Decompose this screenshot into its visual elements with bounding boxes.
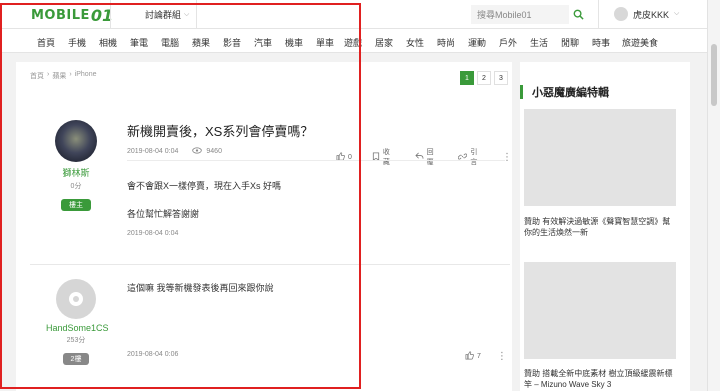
thumbs-up-icon	[465, 351, 474, 362]
chevron-down-icon: ⌵	[674, 10, 680, 17]
floor-badge: 2樓	[62, 353, 90, 365]
default-avatar-icon	[69, 292, 83, 306]
favorite-label: 收藏	[382, 149, 390, 166]
scrollbar-thumb[interactable]	[711, 44, 717, 106]
mobile01-logo[interactable]: MOBILE 01	[31, 6, 113, 25]
search-icon[interactable]	[569, 5, 588, 24]
author-score: 0分	[70, 183, 82, 190]
nav-item[interactable]: 筆電	[130, 36, 148, 49]
accent-bar	[520, 85, 523, 99]
nav-item[interactable]: 運動	[468, 36, 486, 49]
op-badge: 樓主	[61, 199, 91, 211]
post-date: 2019-08-04 0:04	[127, 230, 179, 237]
eye-icon	[192, 147, 203, 156]
post-author: HandSome1CS 253分 2樓	[46, 279, 109, 365]
favorite-button[interactable]: 收藏	[372, 147, 395, 167]
nav-item[interactable]: 生活	[530, 36, 548, 49]
page-button[interactable]: 1	[460, 71, 474, 85]
nav-item[interactable]: 時事	[592, 36, 610, 49]
nav-item[interactable]: 影音	[223, 36, 241, 49]
post-content-line: 各位幫忙解答謝謝	[127, 209, 200, 219]
nav-item[interactable]: 時尚	[437, 36, 455, 49]
nav-item[interactable]: 居家	[375, 36, 393, 49]
ad-image[interactable]	[524, 262, 676, 359]
nav-item[interactable]: 蘋果	[192, 36, 210, 49]
forum-groups-menu[interactable]: 討論群組 ⌵	[145, 8, 189, 21]
avatar[interactable]	[56, 279, 96, 319]
forum-groups-label: 討論群組	[145, 10, 182, 20]
ad-image[interactable]	[524, 109, 676, 206]
quote-label: 引言	[470, 149, 478, 166]
reply-button[interactable]: 回覆	[415, 147, 439, 167]
post-actions: 0 收藏 回覆 引言 ⋮	[336, 147, 512, 167]
user-menu[interactable]: 虎皮KKK ⌵	[614, 7, 679, 21]
nav-item[interactable]: 女性	[406, 36, 424, 49]
thread-panel: 首頁 › 蘋果 › iPhone 1 2 3 獅林斯 0分 樓主 新機開賣後，X…	[16, 62, 512, 391]
sidebar: 小惡魔廣編特輯 贊助 有效解決過敏源《聲寶智慧空調》幫你的生活煥然一新 贊助 搭…	[520, 62, 690, 391]
breadcrumb-item[interactable]: 首頁	[30, 71, 44, 81]
breadcrumb: 首頁 › 蘋果 › iPhone	[30, 71, 96, 81]
nav-item[interactable]: 機車	[285, 36, 303, 49]
avatar	[614, 7, 628, 21]
quote-button[interactable]: 引言	[458, 147, 482, 167]
chevron-right-icon: ›	[47, 71, 50, 78]
more-options-icon[interactable]: ⋮	[497, 351, 507, 362]
header-divider	[110, 0, 111, 29]
author-name[interactable]: HandSome1CS	[46, 323, 109, 333]
search-input[interactable]	[471, 5, 569, 24]
post-actions: 7 ⋮	[465, 351, 507, 362]
nav-item[interactable]: 戶外	[499, 36, 517, 49]
header-divider	[196, 0, 197, 29]
author-score: 253分	[66, 337, 86, 344]
page-button[interactable]: 2	[477, 71, 491, 85]
post-divider	[30, 264, 510, 265]
thread-title: 新機開賣後，XS系列會停賣嗎？	[127, 124, 314, 139]
reply-label: 回覆	[426, 149, 434, 166]
chevron-down-icon: ⌵	[184, 10, 190, 18]
ad-text[interactable]: 贊助 有效解決過敏源《聲寶智慧空調》幫你的生活煥然一新	[524, 216, 676, 238]
avatar[interactable]	[55, 120, 97, 162]
nav-item[interactable]: 電腦	[161, 36, 179, 49]
like-count: 7	[477, 353, 481, 360]
nav-item[interactable]: 閒聊	[561, 36, 579, 49]
post-date: 2019-08-04 0:06	[127, 351, 179, 358]
scrollbar[interactable]	[707, 0, 720, 391]
post-date: 2019-08-04 0:04	[127, 148, 179, 155]
logo-text: MOBILE	[31, 7, 90, 23]
author-name[interactable]: 獅林斯	[54, 166, 98, 179]
breadcrumb-item[interactable]: iPhone	[75, 71, 97, 81]
nav-item[interactable]: 首頁	[37, 36, 55, 49]
header-divider	[598, 0, 599, 29]
nav-item[interactable]: 遊戲	[344, 36, 362, 49]
page-button[interactable]: 3	[494, 71, 508, 85]
post-content-line: 這個嘛 我等新機發表後再回來跟你說	[127, 283, 274, 293]
username: 虎皮KKK	[633, 9, 670, 20]
post-content-line: 會不會跟X一樣停賣，現在入手Xs 好嗎	[127, 181, 282, 191]
post-author: 獅林斯 0分 樓主	[54, 120, 98, 211]
nav-item[interactable]: 手機	[68, 36, 86, 49]
nav-item[interactable]: 單車	[316, 36, 334, 49]
ad-text[interactable]: 贊助 搭載全新中底素材 樹立頂級緩震新標竿 – Mizuno Wave Sky …	[524, 368, 676, 390]
pagination: 1 2 3	[460, 71, 508, 85]
breadcrumb-item[interactable]: 蘋果	[52, 71, 66, 81]
nav-item[interactable]: 汽車	[254, 36, 272, 49]
post-meta: 2019-08-04 0:04 9460	[127, 147, 222, 156]
nav-item[interactable]: 相機	[99, 36, 117, 49]
category-nav: 首頁 手機 相機 筆電 電腦 蘋果 影音 汽車 機車 單車 遊戲 居家 女性 時…	[0, 29, 720, 53]
search-box	[471, 5, 588, 24]
sidebar-title: 小惡魔廣編特輯	[532, 87, 609, 99]
sidebar-header: 小惡魔廣編特輯	[520, 85, 609, 99]
chevron-right-icon: ›	[69, 71, 72, 78]
view-count: 9460	[206, 148, 222, 155]
top-header: MOBILE 01 討論群組 ⌵ 虎皮KKK ⌵	[0, 0, 720, 29]
post-header-divider	[127, 160, 505, 161]
like-button[interactable]: 7	[465, 351, 481, 362]
nav-item[interactable]: 旅遊美食	[622, 36, 658, 49]
